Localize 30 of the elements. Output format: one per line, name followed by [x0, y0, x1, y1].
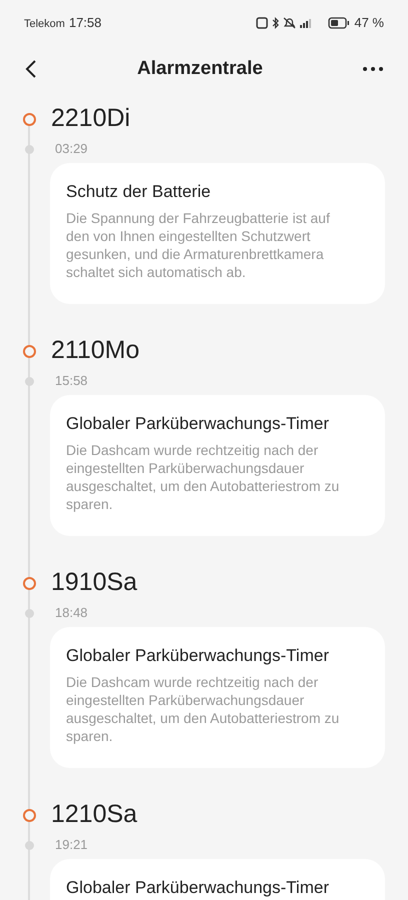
event-card[interactable]: Globaler Parküberwachungs-Timer Die Dashcam wurde rechtzeitig nach der eingestellten Parküberwachungsdauer ausgeschaltet, um den Autobatteriestrom zu sparen. [50, 395, 385, 536]
timeline-node-icon [23, 344, 36, 358]
day-heading: 1210Sa [51, 799, 138, 830]
event-description: Die Dashcam wurde rechtzeitig nach der eingestellten Parküberwachungsdauer ausgeschaltet, um den Autobatteriestrom zu sparen. [66, 440, 340, 512]
timeline-node-icon [23, 576, 36, 590]
event-title: Globaler Parküberwachungs-Timer [66, 645, 330, 667]
timeline-node-icon [23, 112, 36, 126]
event-time: 03:29 [55, 140, 88, 158]
battery-icon [328, 17, 350, 29]
event-card[interactable]: Schutz der Batterie Die Spannung der Fahrzeugbatterie ist auf den von Ihnen eingestellten Schutzwert gesunken, und die Armaturenbrettkamera schaltet sich automatisch ab. [50, 163, 385, 304]
event-time: 18:48 [55, 604, 88, 622]
event-card[interactable]: Globaler Parküberwachungs-Timer [50, 859, 385, 900]
timeline-node-icon [23, 808, 36, 822]
page-title: Alarmzentrale [137, 56, 263, 81]
day-heading: 2210Di [51, 103, 130, 134]
event-title: Schutz der Batterie [66, 181, 212, 203]
carrier: Telekom [24, 17, 65, 32]
event-title: Globaler Parküberwachungs-Timer [66, 877, 330, 899]
event-description: Die Dashcam wurde rechtzeitig nach der eingestellten Parküberwachungsdauer ausgeschaltet, um den Autobatteriestrom zu sparen. [66, 672, 340, 744]
event-description: Die Spannung der Fahrzeugbatterie ist auf den von Ihnen eingestellten Schutzwert gesunken, und die Armaturenbrettkamera schaltet sich automatisch ab. [66, 208, 331, 280]
event-card[interactable]: Globaler Parküberwachungs-Timer Die Dashcam wurde rechtzeitig nach der eingestellten Parküberwachungsdauer ausgeschaltet, um den Autobatteriestrom zu sparen. [50, 627, 385, 768]
day-heading: 1910Sa [51, 567, 138, 598]
event-title: Globaler Parküberwachungs-Timer [66, 413, 330, 435]
event-time: 19:21 [55, 836, 88, 854]
day-heading: 2110Mo [51, 335, 140, 366]
clock: 17:58 [68, 14, 102, 32]
event-time: 15:58 [55, 372, 88, 390]
battery-percent: 47 % [354, 14, 384, 32]
more-icon [362, 66, 384, 72]
back-icon [24, 59, 38, 79]
